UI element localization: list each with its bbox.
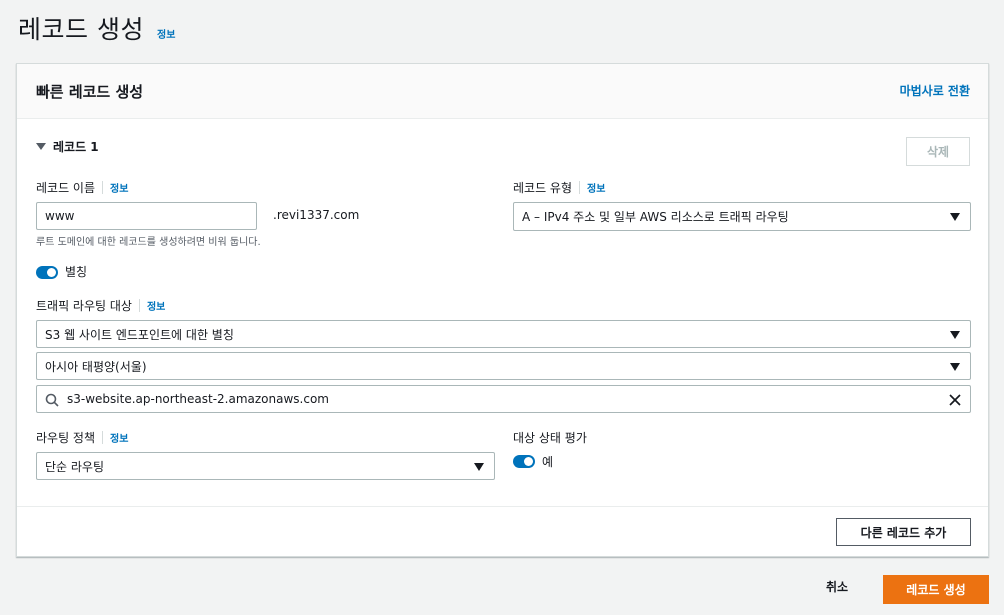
record-expander[interactable]: 레코드 1 (36, 138, 99, 155)
dropdown-arrow-icon (950, 363, 960, 371)
caret-down-icon (36, 143, 46, 150)
dropdown-arrow-icon (950, 213, 960, 221)
routing-policy-select[interactable]: 단순 라우팅 (36, 452, 495, 480)
routing-policy-label: 라우팅 정책 정보 (36, 430, 129, 445)
search-icon (45, 393, 59, 407)
region-select[interactable]: 아시아 태평양(서울) (36, 352, 971, 380)
record-name-hint: 루트 도메인에 대한 레코드를 생성하려면 비워 둡니다. (36, 237, 261, 248)
card-header: 빠른 레코드 생성 마법사로 전환 (17, 64, 988, 119)
page-info-link[interactable]: 정보 (157, 26, 175, 41)
routing-policy-info-link[interactable]: 정보 (110, 430, 128, 445)
add-another-record-button[interactable]: 다른 레코드 추가 (836, 518, 971, 546)
record-name-input[interactable]: www (36, 202, 257, 230)
health-evaluation-toggle-label: 예 (542, 455, 554, 469)
alias-toggle-label: 별칭 (65, 265, 88, 279)
record-type-label: 레코드 유형 정보 (513, 180, 606, 195)
delete-button[interactable]: 삭제 (906, 137, 970, 166)
record-heading: 레코드 1 (53, 140, 99, 154)
route-target-info-link[interactable]: 정보 (147, 298, 165, 313)
switch-to-wizard-link[interactable]: 마법사로 전환 (900, 82, 970, 99)
create-records-button[interactable]: 레코드 생성 (883, 575, 989, 604)
alias-toggle[interactable] (36, 266, 58, 279)
dropdown-arrow-icon (950, 331, 960, 339)
route-target-label: 트래픽 라우팅 대상 정보 (36, 298, 166, 313)
record-name-label: 레코드 이름 정보 (36, 180, 129, 195)
toggle-knob (524, 457, 533, 466)
page-title: 레코드 생성 (18, 15, 144, 44)
clear-icon[interactable] (948, 393, 962, 407)
domain-suffix: .revi1337.com (273, 208, 360, 222)
toggle-knob (47, 268, 56, 277)
health-evaluation-toggle[interactable] (513, 455, 535, 468)
card-divider (17, 506, 988, 507)
card-title: 빠른 레코드 생성 (36, 83, 144, 101)
health-evaluation-label: 대상 상태 평가 (513, 431, 587, 445)
s3-endpoint-search-input[interactable]: s3-website.ap-northeast-2.amazonaws.com (36, 385, 971, 413)
quick-create-card: 빠른 레코드 생성 마법사로 전환 레코드 1 삭제 레코드 이름 정보 www… (16, 63, 989, 557)
dropdown-arrow-icon (474, 463, 484, 471)
record-type-select[interactable]: A – IPv4 주소 및 일부 AWS 리소스로 트래픽 라우팅 (513, 202, 971, 231)
cancel-button[interactable]: 취소 (826, 578, 848, 595)
endpoint-select[interactable]: S3 웹 사이트 엔드포인트에 대한 별칭 (36, 320, 971, 348)
record-type-info-link[interactable]: 정보 (587, 180, 605, 195)
record-name-info-link[interactable]: 정보 (110, 180, 128, 195)
